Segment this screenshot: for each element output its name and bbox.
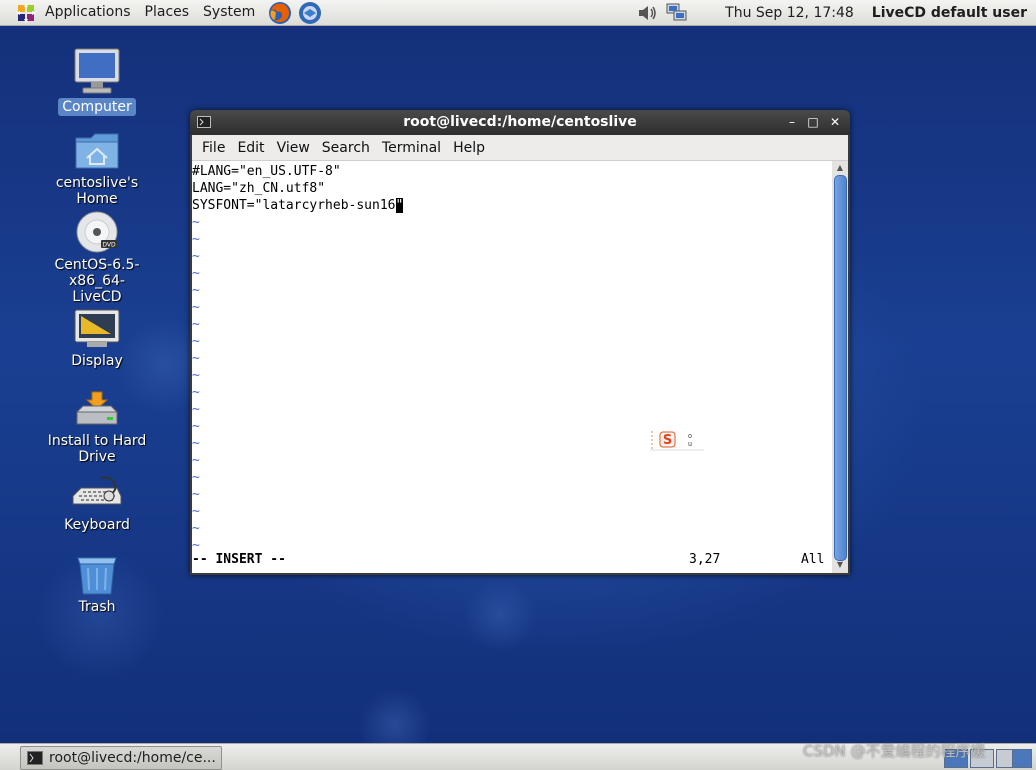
menu-terminal[interactable]: Terminal [376,140,447,156]
terminal-window: root@livecd:/home/centoslive – □ ✕ File … [190,110,850,575]
thunderbird-icon[interactable] [298,1,322,25]
tilde-line: ~ [192,266,200,281]
taskbar-button-terminal[interactable]: root@livecd:/home/ce... [20,746,222,770]
close-button[interactable]: ✕ [827,114,843,130]
scrollbar[interactable]: ▲ ▼ [832,161,848,573]
svg-text:u: u [688,440,692,448]
tilde-line: ~ [192,300,200,315]
install-drive-icon [76,391,118,425]
tilde-line: ~ [192,453,200,468]
tilde-line: ~ [192,402,200,417]
window-titlebar[interactable]: root@livecd:/home/centoslive – □ ✕ [190,110,850,135]
scroll-up-arrow-icon[interactable]: ▲ [834,162,846,174]
text-line: #LANG="en_US.UTF-8" [192,164,341,179]
desktop-icon-label: Trash [78,599,116,615]
volume-icon[interactable] [637,3,659,23]
terminal-text-area[interactable]: #LANG="en_US.UTF-8" LANG="zh_CN.utf8" SY… [192,161,832,573]
tilde-line: ~ [192,504,200,519]
tilde-line: ~ [192,317,200,332]
desktop-icon-label: Keyboard [64,517,130,533]
cursor-position: 3,27 [689,552,721,567]
keyboard-icon [72,476,122,505]
tilde-line: ~ [192,232,200,247]
desktop-icon-label: Install to Hard Drive [47,433,147,465]
svg-text:S: S [663,433,672,448]
tilde-line: ~ [192,419,200,434]
vim-mode: -- INSERT -- [192,552,286,567]
menu-file[interactable]: File [196,140,231,156]
user-menu[interactable]: LiveCD default user [872,5,1027,21]
tilde-line: ~ [192,334,200,349]
tilde-line: ~ [192,351,200,366]
centos-logo-icon[interactable] [16,2,36,23]
svg-text:o: o [688,432,692,440]
terminal-menubar: File Edit View Search Terminal Help [192,135,848,161]
maximize-button[interactable]: □ [805,114,821,130]
workspace-4[interactable] [1012,749,1032,768]
window-title: root@livecd:/home/centoslive [403,114,637,130]
home-folder-icon [75,133,119,169]
desktop-icon-home[interactable]: centoslive's Home [32,130,162,208]
desktop-icon-install[interactable]: Install to Hard Drive [32,390,162,466]
menu-help[interactable]: Help [447,140,491,156]
scroll-indicator: All [801,552,825,567]
tilde-line: ~ [192,385,200,400]
dvd-icon: DVD [76,211,118,253]
desktop-icon-label: Display [71,353,123,369]
text-cursor: " [395,198,404,213]
desktop-icon-keyboard[interactable]: Keyboard [32,474,162,534]
desktop-icon-computer[interactable]: Computer [32,46,162,116]
desktop-icon-label: centoslive's Home [55,175,139,207]
terminal-icon [27,751,43,765]
tilde-line: ~ [192,283,200,298]
network-icon[interactable] [665,2,689,24]
tilde-line: ~ [192,368,200,383]
menu-search[interactable]: Search [316,140,376,156]
computer-icon [74,48,120,94]
sogou-ime-icon[interactable]: S o u [650,429,704,451]
scroll-thumb[interactable] [834,175,847,561]
scroll-down-arrow-icon[interactable]: ▼ [834,559,846,571]
display-icon [74,309,120,347]
tilde-line: ~ [192,436,200,451]
tilde-line: ~ [192,521,200,536]
vim-status-line: -- INSERT -- 3,27 All [192,551,832,568]
desktop-icon-dvd[interactable]: DVD CentOS-6.5-x86_64- LiveCD [32,210,162,306]
tilde-line: ~ [192,487,200,502]
desktop-icon-trash[interactable]: Trash [32,552,162,616]
menu-system[interactable]: System [196,0,262,25]
tilde-line: ~ [192,249,200,264]
desktop-icon-label: Computer [58,98,136,116]
watermark: CSDN @不爱编程的程序媛 [803,742,986,760]
clock[interactable]: Thu Sep 12, 17:48 [725,5,854,21]
firefox-icon[interactable] [268,1,292,25]
taskbar-label: root@livecd:/home/ce... [49,750,216,766]
text-line: LANG="zh_CN.utf8" [192,181,326,196]
desktop-icon-display[interactable]: Display [32,308,162,370]
trash-icon [77,557,117,595]
menu-edit[interactable]: Edit [231,140,270,156]
svg-text:DVD: DVD [102,242,116,249]
menu-applications[interactable]: Applications [38,0,138,25]
top-panel: Applications Places System Thu Sep 12, 1… [0,0,1036,26]
text-line: SYSFONT="latarcyrheb-sun16" [192,198,404,213]
minimize-button[interactable]: – [784,114,800,130]
tilde-line: ~ [192,215,200,230]
desktop-icon-label: CentOS-6.5-x86_64- LiveCD [54,257,140,305]
tilde-line: ~ [192,470,200,485]
menu-view[interactable]: View [271,140,316,156]
menu-places[interactable]: Places [138,0,197,25]
